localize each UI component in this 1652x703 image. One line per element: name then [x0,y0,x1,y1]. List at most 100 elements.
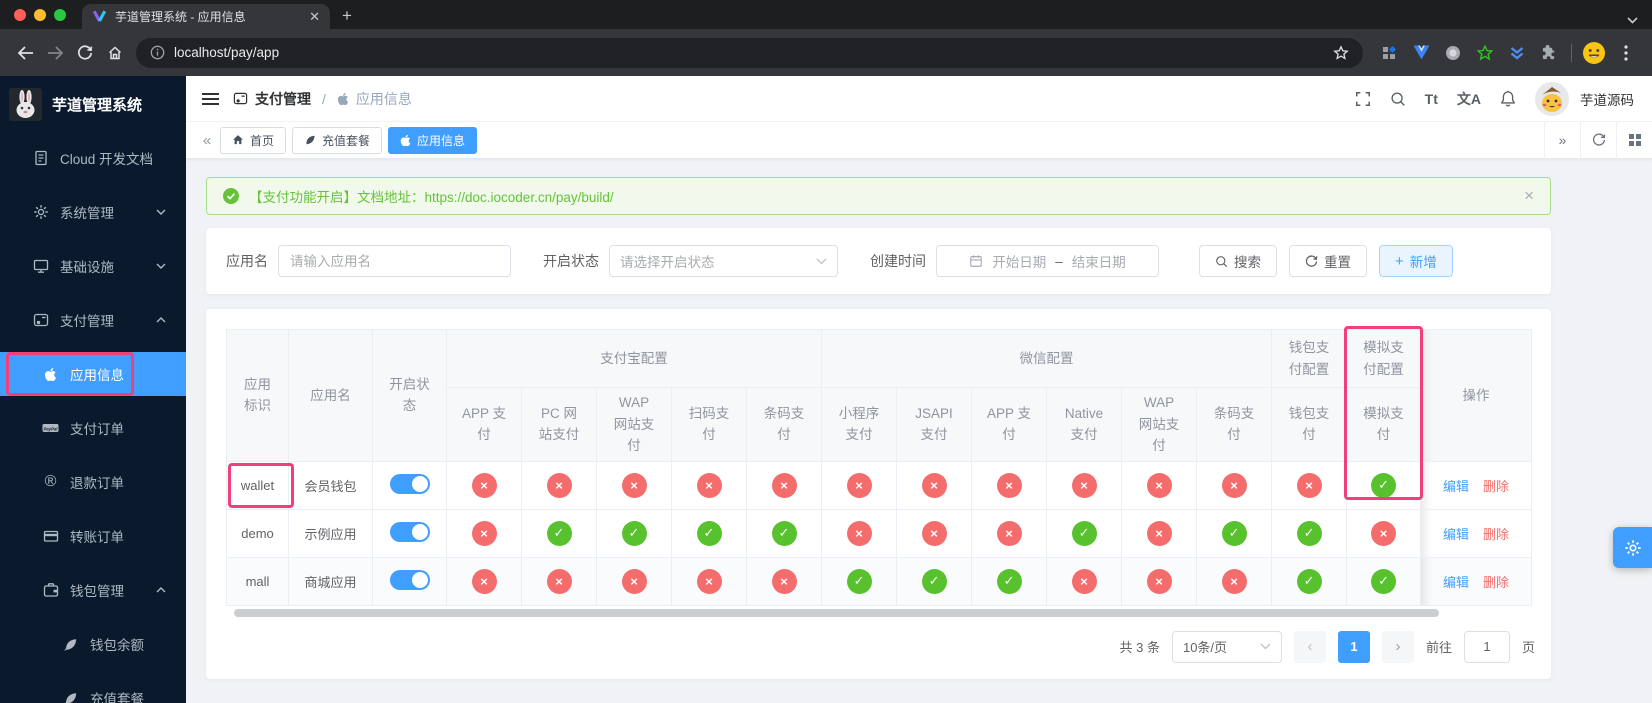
sidebar-item-pay-orders[interactable]: PayPal 支付订单 [0,406,186,450]
channel-status-cell: × [522,461,597,509]
channel-status-cell: × [972,461,1047,509]
edit-link[interactable]: 编辑 [1443,575,1469,590]
minimize-window-button[interactable] [34,9,46,21]
cross-circle-icon: × [847,473,872,498]
delete-link[interactable]: 删除 [1483,479,1509,494]
wallet-icon [42,582,59,598]
alert-close-icon[interactable]: × [1524,186,1534,206]
sidebar-item-wallet-mgmt[interactable]: 钱包管理 [0,568,186,612]
notification-bell-icon[interactable] [1500,90,1516,107]
hamburger-icon[interactable] [202,92,219,106]
extension-grid-icon[interactable] [1376,40,1402,66]
sidebar-item-transfer-orders[interactable]: 转账订单 [0,514,186,558]
tag-app-info[interactable]: 应用信息 [388,127,477,154]
home-icon[interactable] [100,38,130,68]
page-unit-label: 页 [1522,637,1535,656]
forward-icon[interactable] [40,38,70,68]
sidebar-item-recharge-packages[interactable]: 充值套餐 [0,676,186,703]
profile-avatar-icon[interactable] [1581,40,1607,66]
sidebar-item-wallet-balance[interactable]: 钱包余额 [0,622,186,666]
tags-scroll-right-icon[interactable]: » [1544,122,1580,159]
tag-recharge-packages[interactable]: 充值套餐 [292,127,382,154]
cross-circle-icon: × [622,569,647,594]
channel-status-cell: ✓ [597,509,672,557]
sidebar-item-label: 应用信息 [70,364,124,384]
extension-disc-icon[interactable] [1440,40,1466,66]
col-header-alipay-bar: 条码支付 [747,388,822,462]
goto-label: 前往 [1426,637,1452,656]
delete-link[interactable]: 删除 [1483,575,1509,590]
current-page-button[interactable]: 1 [1338,631,1370,663]
channel-status-cell: ✓ [897,557,972,605]
channel-status-cell: × [822,509,897,557]
apple-icon [42,367,59,382]
site-info-icon[interactable] [150,45,165,60]
sidebar-item-infra[interactable]: 基础设施 [0,244,186,288]
app-name-cell: 示例应用 [289,509,373,557]
new-tab-button[interactable]: + [342,6,352,26]
reload-icon[interactable] [70,38,100,68]
col-header-actions: 操作 [1421,330,1532,462]
channel-status-cell: × [447,557,522,605]
browser-tab[interactable]: 芋道管理系统 - 应用信息 ✕ [82,4,330,29]
channel-status-cell: ✓ [672,509,747,557]
search-icon[interactable] [1390,91,1406,107]
sidebar-logo[interactable]: 芋道管理系统 [0,76,186,124]
col-header-app-id: 应用标识 [227,330,289,462]
fullscreen-icon[interactable] [1355,91,1371,107]
username-text[interactable]: 芋道源码 [1580,89,1634,109]
refresh-icon[interactable] [1580,122,1616,159]
maximize-window-button[interactable] [54,9,66,21]
user-avatar[interactable] [1535,82,1569,116]
extension-green-star-icon[interactable] [1472,40,1498,66]
channel-status-cell: × [1122,509,1197,557]
add-button[interactable]: + 新增 [1379,245,1453,277]
enabled-toggle[interactable] [390,522,430,542]
app-name-input[interactable] [280,246,509,276]
breadcrumb-current: 应用信息 [356,89,412,109]
extensions-puzzle-icon[interactable] [1536,40,1562,66]
extension-double-chevron-icon[interactable] [1504,40,1530,66]
extension-vue-devtools-icon[interactable] [1408,40,1434,66]
enabled-toggle[interactable] [390,570,430,590]
sidebar-item-refund-orders[interactable]: ® 退款订单 [0,460,186,504]
address-bar[interactable]: localhost/pay/app [136,38,1363,68]
tab-search-icon[interactable] [1627,17,1638,24]
prev-page-button[interactable]: ‹ [1294,631,1326,663]
cross-circle-icon: × [997,473,1022,498]
goto-page-input[interactable] [1464,631,1510,663]
edit-link[interactable]: 编辑 [1443,527,1469,542]
channel-status-cell: × [1197,461,1272,509]
url-text: localhost/pay/app [174,45,279,60]
edit-link[interactable]: 编辑 [1443,479,1469,494]
tag-home[interactable]: 首页 [220,127,286,154]
date-start-placeholder: 开始日期 [992,251,1046,271]
close-window-button[interactable] [14,9,26,21]
sidebar-item-payment[interactable]: 支付管理 [0,298,186,342]
enabled-toggle[interactable] [390,474,430,494]
sidebar-item-cloud-docs[interactable]: Cloud 开发文档 [0,136,186,180]
next-page-button[interactable]: › [1382,631,1414,663]
theme-settings-button[interactable] [1613,527,1652,568]
page-size-select[interactable]: 10条/页 [1172,631,1282,663]
delete-link[interactable]: 删除 [1483,527,1509,542]
search-button[interactable]: 搜索 [1199,245,1277,277]
horizontal-scrollbar[interactable] [234,609,1439,617]
sidebar-item-system[interactable]: 系统管理 [0,190,186,234]
layout-grid-icon[interactable] [1616,122,1652,159]
date-range-picker[interactable]: 开始日期 – 结束日期 [936,245,1159,277]
cross-circle-icon: × [1222,473,1247,498]
cross-circle-icon: × [1147,473,1172,498]
breadcrumb-parent[interactable]: 支付管理 [255,89,311,109]
font-size-icon[interactable]: Tt [1425,91,1438,107]
browser-menu-icon[interactable] [1613,40,1639,66]
tab-close-icon[interactable]: ✕ [309,9,320,25]
reset-button[interactable]: 重置 [1289,245,1367,277]
bookmark-star-icon[interactable] [1333,45,1349,61]
tags-scroll-left-icon[interactable]: « [194,132,220,149]
language-icon[interactable]: 文A [1457,89,1481,109]
channel-status-cell: ✓ [1347,557,1421,605]
sidebar-item-app-info[interactable]: 应用信息 [0,352,186,396]
status-select[interactable]: 请选择开启状态 [609,245,838,277]
back-icon[interactable] [10,38,40,68]
